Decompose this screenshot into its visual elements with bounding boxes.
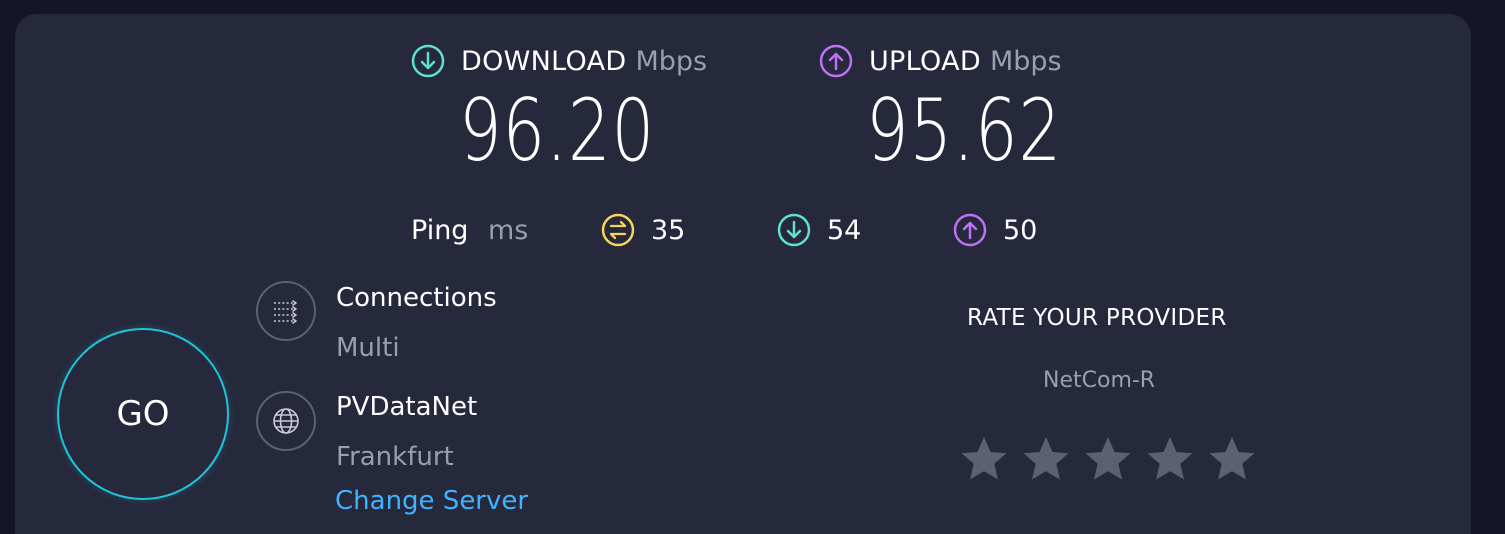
star-icon-5[interactable] (1207, 434, 1257, 484)
ping-upload: 50 (953, 213, 1037, 247)
change-server-link[interactable]: Change Server (335, 486, 528, 516)
ping-label: Ping (411, 215, 469, 246)
upload-unit: Mbps (989, 45, 1062, 77)
download-arrow-icon (777, 213, 811, 247)
ping-download-value: 54 (827, 214, 862, 246)
ping-idle-value: 35 (651, 214, 686, 246)
upload-arrow-icon (953, 213, 987, 247)
download-header: DOWNLOAD Mbps (411, 41, 707, 81)
upload-speed-value: 95.62 (866, 81, 1062, 181)
upload-header: UPLOAD Mbps (819, 41, 1062, 81)
rate-provider-title: RATE YOUR PROVIDER (967, 305, 1227, 331)
rating-stars (959, 434, 1269, 484)
upload-label: UPLOAD (869, 45, 981, 77)
ping-unit: ms (488, 215, 529, 246)
download-label: DOWNLOAD (461, 45, 627, 77)
download-unit: Mbps (635, 45, 708, 77)
ping-upload-value: 50 (1003, 214, 1038, 246)
star-icon-1[interactable] (959, 434, 1009, 484)
go-button[interactable]: GO (57, 328, 229, 500)
star-icon-4[interactable] (1145, 434, 1195, 484)
server-name: PVDataNet (336, 392, 478, 422)
connections-title: Connections (336, 283, 497, 313)
server-icon-wrap (256, 391, 316, 451)
upload-arrow-icon (819, 44, 853, 78)
download-arrow-icon (411, 44, 445, 78)
download-speed-value: 96.20 (459, 81, 655, 181)
connections-value: Multi (336, 333, 400, 363)
ping-download: 54 (777, 213, 861, 247)
server-location: Frankfurt (336, 442, 454, 472)
star-icon-2[interactable] (1021, 434, 1071, 484)
ping-idle: 35 (601, 213, 685, 247)
connections-icon (274, 300, 297, 324)
globe-icon (273, 408, 299, 434)
connections-icon-wrap[interactable] (256, 281, 316, 341)
star-icon-3[interactable] (1083, 434, 1133, 484)
ping-idle-icon (601, 213, 635, 247)
provider-name: NetCom-R (1043, 368, 1156, 393)
